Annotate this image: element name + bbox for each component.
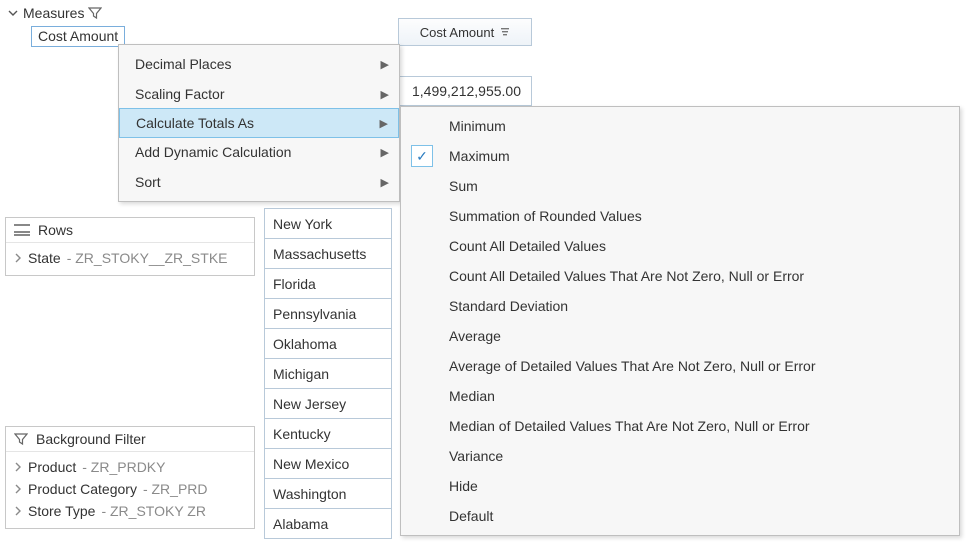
dimension-tech: - ZR_STOKY__ZR_STKE bbox=[67, 250, 228, 266]
submenu-item[interactable]: Average of Detailed Values That Are Not … bbox=[401, 351, 959, 381]
state-column: New YorkMassachusettsFloridaPennsylvania… bbox=[264, 208, 392, 539]
submenu-label: Median of Detailed Values That Are Not Z… bbox=[449, 418, 810, 434]
context-menu-label: Scaling Factor bbox=[135, 86, 381, 102]
submenu-item[interactable]: Standard Deviation bbox=[401, 291, 959, 321]
context-menu-item[interactable]: Decimal Places▶ bbox=[119, 49, 399, 79]
filter-panel-item[interactable]: Product - ZR_PRDKY bbox=[10, 456, 250, 478]
rows-panel-item[interactable]: State - ZR_STOKY__ZR_STKE bbox=[10, 247, 250, 269]
selected-measure[interactable]: Cost Amount bbox=[31, 26, 125, 47]
filter-panel-item[interactable]: Store Type - ZR_STOKY ZR bbox=[10, 500, 250, 522]
context-menu-label: Decimal Places bbox=[135, 56, 381, 72]
state-cell[interactable]: Washington bbox=[265, 479, 392, 509]
submenu-item[interactable]: Median bbox=[401, 381, 959, 411]
submenu-item[interactable]: Summation of Rounded Values bbox=[401, 201, 959, 231]
dimension-name: State bbox=[28, 250, 61, 266]
submenu-item[interactable]: Hide bbox=[401, 471, 959, 501]
state-cell[interactable]: New Mexico bbox=[265, 449, 392, 479]
funnel-icon bbox=[14, 432, 28, 446]
context-menu-item[interactable]: Scaling Factor▶ bbox=[119, 79, 399, 109]
dimension-name: Store Type bbox=[28, 503, 95, 519]
submenu-label: Hide bbox=[449, 478, 478, 494]
rows-panel-title: Rows bbox=[38, 222, 73, 238]
state-cell[interactable]: Oklahoma bbox=[265, 329, 392, 359]
submenu-label: Default bbox=[449, 508, 493, 524]
sort-icon bbox=[500, 27, 510, 37]
dimension-tech: - ZR_STOKY ZR bbox=[101, 503, 206, 519]
submenu-item[interactable]: Average bbox=[401, 321, 959, 351]
submenu-label: Variance bbox=[449, 448, 503, 464]
filter-panel: Background Filter Product - ZR_PRDKYProd… bbox=[5, 426, 255, 529]
measures-tree-root[interactable]: Measures bbox=[5, 2, 255, 24]
submenu-label: Count All Detailed Values bbox=[449, 238, 606, 254]
total-value: 1,499,212,955.00 bbox=[412, 83, 521, 99]
context-menu-item[interactable]: Add Dynamic Calculation▶ bbox=[119, 137, 399, 167]
submenu-label: Sum bbox=[449, 178, 478, 194]
submenu-label: Summation of Rounded Values bbox=[449, 208, 642, 224]
chevron-right-icon bbox=[14, 484, 22, 494]
context-menu-label: Add Dynamic Calculation bbox=[135, 144, 381, 160]
rows-panel-header: Rows bbox=[6, 218, 254, 243]
calculate-totals-submenu: Minimum ✓ Maximum Sum Summation of Rounded V… bbox=[400, 106, 960, 536]
submenu-item[interactable]: Count All Detailed Values That Are Not Z… bbox=[401, 261, 959, 291]
state-cell[interactable]: New York bbox=[265, 209, 392, 239]
submenu-label: Minimum bbox=[449, 118, 506, 134]
submenu-item[interactable]: Sum bbox=[401, 171, 959, 201]
chevron-down-icon bbox=[7, 7, 19, 19]
submenu-arrow-icon: ▶ bbox=[381, 58, 389, 71]
rows-icon bbox=[14, 224, 30, 236]
submenu-label: Average bbox=[449, 328, 501, 344]
check-icon: ✓ bbox=[411, 145, 433, 167]
submenu-label: Maximum bbox=[449, 148, 510, 164]
state-cell[interactable]: Michigan bbox=[265, 359, 392, 389]
submenu-item[interactable]: Minimum bbox=[401, 111, 959, 141]
submenu-arrow-icon: ▶ bbox=[381, 176, 389, 189]
filter-icon[interactable] bbox=[88, 6, 102, 20]
submenu-item[interactable]: ✓ Maximum bbox=[401, 141, 959, 171]
submenu-arrow-icon: ▶ bbox=[381, 146, 389, 159]
submenu-label: Standard Deviation bbox=[449, 298, 568, 314]
total-value-cell: 1,499,212,955.00 bbox=[398, 76, 532, 106]
filter-panel-item[interactable]: Product Category - ZR_PRD bbox=[10, 478, 250, 500]
dimension-tech: - ZR_PRD bbox=[143, 481, 208, 497]
rows-panel: Rows State - ZR_STOKY__ZR_STKE bbox=[5, 217, 255, 276]
filter-panel-header: Background Filter bbox=[6, 427, 254, 452]
filter-panel-title: Background Filter bbox=[36, 431, 146, 447]
submenu-label: Median bbox=[449, 388, 495, 404]
submenu-arrow-icon: ▶ bbox=[380, 117, 388, 130]
context-menu-item[interactable]: Calculate Totals As▶ bbox=[119, 108, 399, 138]
dimension-name: Product bbox=[28, 459, 76, 475]
state-cell[interactable]: New Jersey bbox=[265, 389, 392, 419]
chevron-right-icon bbox=[14, 506, 22, 516]
submenu-item[interactable]: Count All Detailed Values bbox=[401, 231, 959, 261]
context-menu-label: Calculate Totals As bbox=[136, 115, 380, 131]
state-cell[interactable]: Massachusetts bbox=[265, 239, 392, 269]
chevron-right-icon bbox=[14, 253, 22, 263]
context-menu: Decimal Places▶Scaling Factor▶Calculate … bbox=[118, 44, 400, 202]
column-header-cost-amount[interactable]: Cost Amount bbox=[398, 18, 532, 46]
context-menu-item[interactable]: Sort▶ bbox=[119, 167, 399, 197]
submenu-item[interactable]: Default bbox=[401, 501, 959, 531]
submenu-arrow-icon: ▶ bbox=[381, 88, 389, 101]
submenu-item[interactable]: Median of Detailed Values That Are Not Z… bbox=[401, 411, 959, 441]
submenu-item[interactable]: Variance bbox=[401, 441, 959, 471]
chevron-right-icon bbox=[14, 462, 22, 472]
context-menu-label: Sort bbox=[135, 174, 381, 190]
submenu-label: Average of Detailed Values That Are Not … bbox=[449, 358, 816, 374]
state-cell[interactable]: Alabama bbox=[265, 509, 392, 539]
dimension-tech: - ZR_PRDKY bbox=[82, 459, 165, 475]
state-cell[interactable]: Kentucky bbox=[265, 419, 392, 449]
dimension-name: Product Category bbox=[28, 481, 137, 497]
column-header-label: Cost Amount bbox=[420, 25, 494, 40]
state-cell[interactable]: Pennsylvania bbox=[265, 299, 392, 329]
measures-label: Measures bbox=[23, 5, 84, 21]
state-cell[interactable]: Florida bbox=[265, 269, 392, 299]
submenu-label: Count All Detailed Values That Are Not Z… bbox=[449, 268, 804, 284]
